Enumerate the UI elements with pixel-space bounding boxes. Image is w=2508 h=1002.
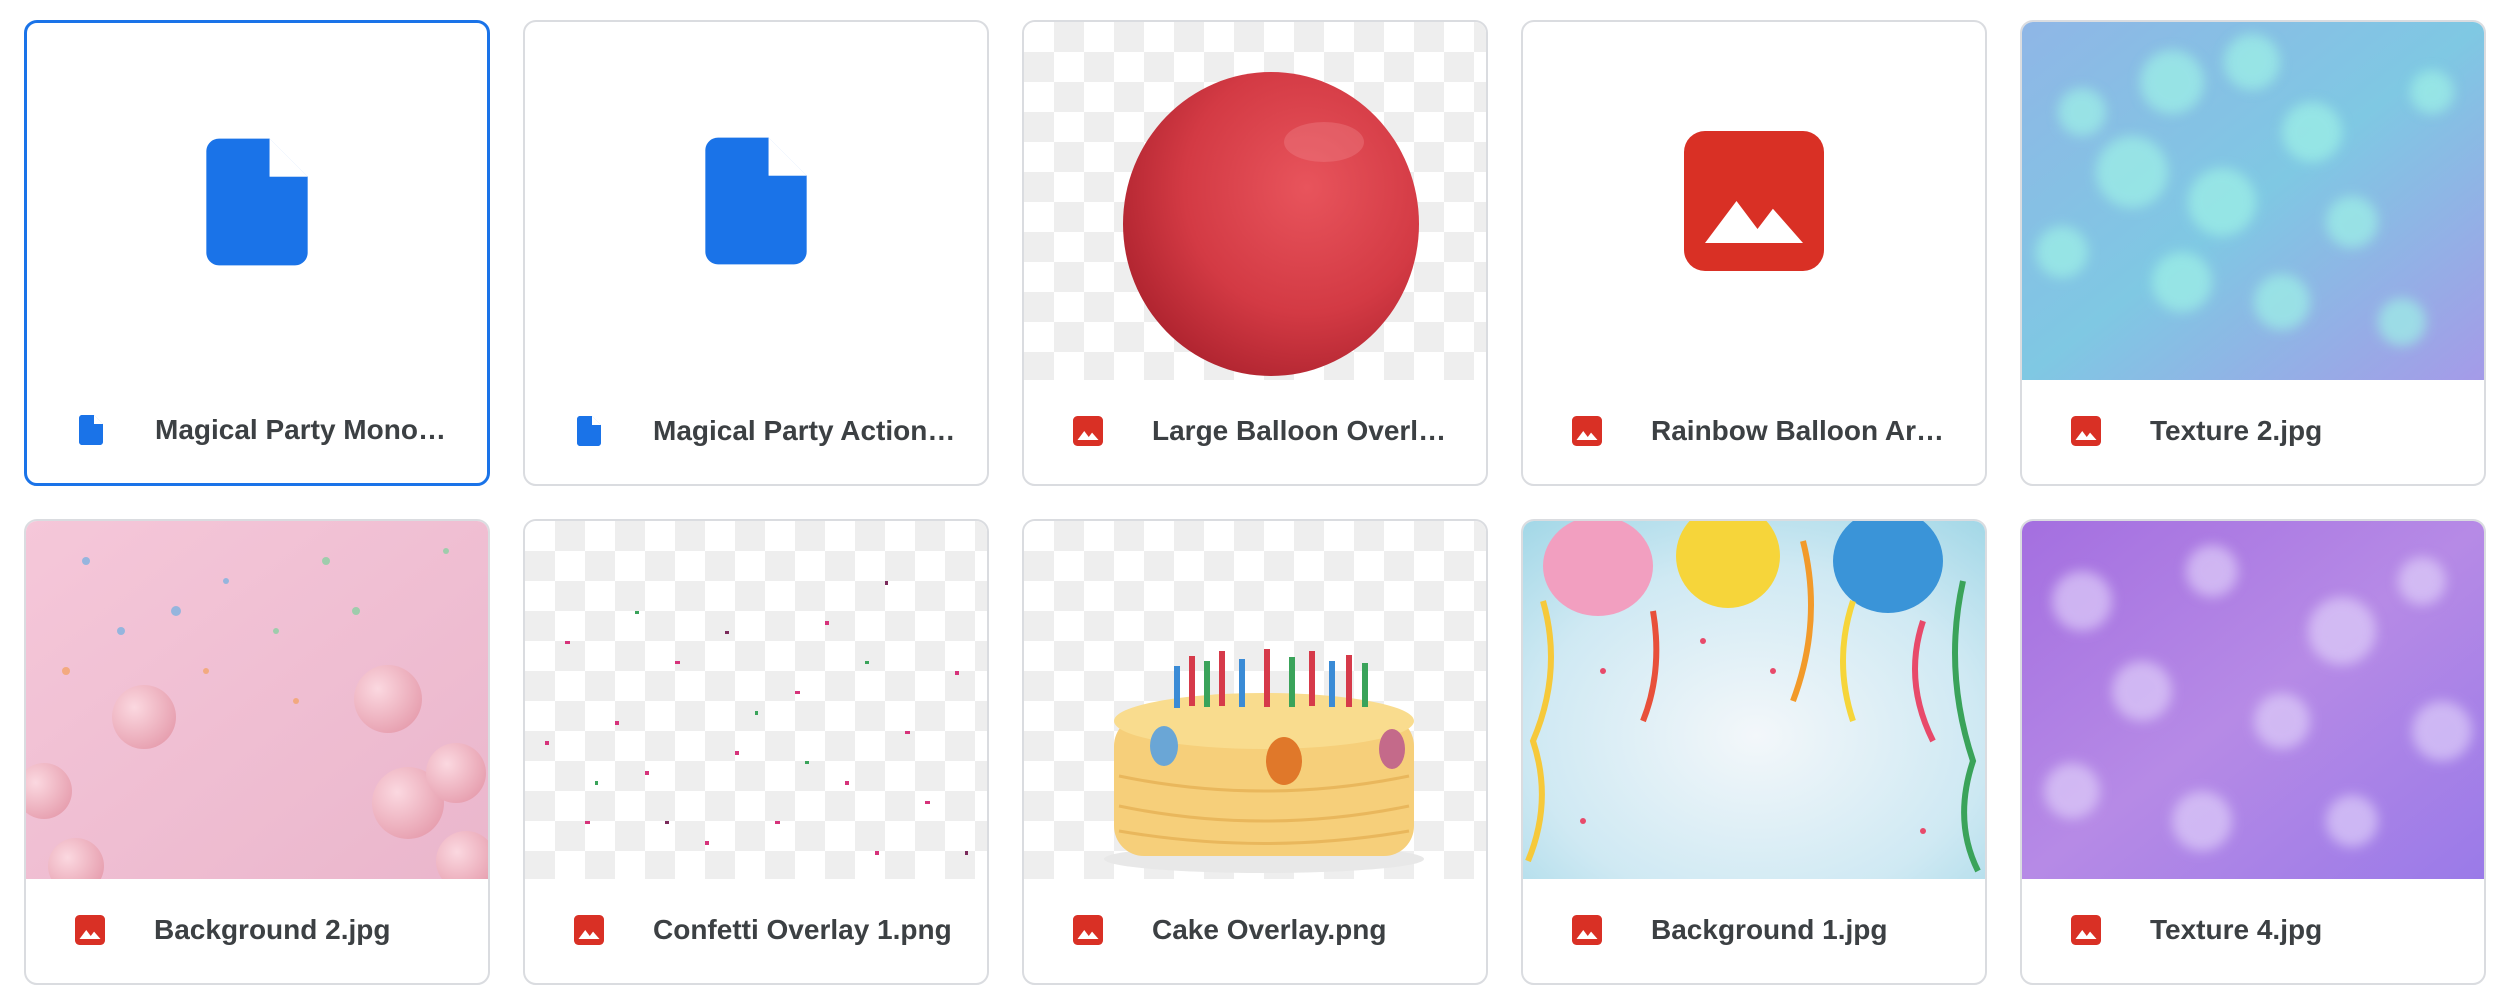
- red-balloon-image: [1123, 72, 1419, 376]
- file-thumbnail: [1523, 22, 1985, 380]
- file-card-cake-overlay[interactable]: Cake Overlay.png: [1022, 519, 1488, 985]
- file-thumbnail: [525, 22, 987, 380]
- file-name: Background 1.jpg: [1651, 914, 1888, 945]
- file-thumbnail: [1523, 521, 1985, 879]
- file-thumbnail: [2022, 22, 2484, 380]
- file-name: Magical Party Monochrome Preset.xmp: [155, 414, 461, 445]
- file-card-magical-party-preset[interactable]: Magical Party Monochrome Preset.xmp: [24, 20, 490, 486]
- file-card-confetti-overlay[interactable]: Confetti Overlay 1.png: [523, 519, 989, 985]
- colorful-balloons-image: [1523, 521, 1985, 879]
- file-name: Magical Party Action.atn: [653, 415, 961, 446]
- confetti-image: [545, 581, 968, 855]
- image-icon: [1569, 413, 1605, 449]
- file-footer: Texture 4.jpg: [2022, 877, 2484, 983]
- file-thumbnail: [525, 521, 987, 879]
- file-thumbnail: [2022, 521, 2484, 879]
- birthday-cake-image: [1104, 649, 1424, 873]
- file-name: Large Balloon Overlay.png: [1152, 415, 1460, 446]
- file-footer: Background 1.jpg: [1523, 877, 1985, 983]
- file-grid: Magical Party Monochrome Preset.xmp Magi…: [24, 20, 2486, 985]
- file-footer: Rainbow Balloon Arch Overlay.png: [1523, 378, 1985, 484]
- file-footer: Background 2.jpg: [26, 877, 488, 983]
- image-icon: [1569, 912, 1605, 948]
- file-name: Rainbow Balloon Arch Overlay.png: [1651, 415, 1959, 446]
- file-card-background-1[interactable]: Background 1.jpg: [1521, 519, 1987, 985]
- file-thumbnail: [1024, 22, 1486, 380]
- file-footer: Confetti Overlay 1.png: [525, 877, 987, 983]
- file-card-texture-4[interactable]: Texture 4.jpg: [2020, 519, 2486, 985]
- file-name: Texture 4.jpg: [2150, 914, 2323, 945]
- file-footer: Magical Party Action.atn: [525, 378, 987, 484]
- file-footer: Texture 2.jpg: [2022, 378, 2484, 484]
- file-footer: Magical Party Monochrome Preset.xmp: [27, 377, 487, 483]
- file-card-texture-2[interactable]: Texture 2.jpg: [2020, 20, 2486, 486]
- document-icon: [73, 412, 109, 448]
- file-card-background-2[interactable]: Background 2.jpg: [24, 519, 490, 985]
- file-name: Texture 2.jpg: [2150, 415, 2323, 446]
- file-thumbnail: [26, 521, 488, 879]
- purple-bokeh-image: [2022, 521, 2484, 879]
- file-card-large-balloon[interactable]: Large Balloon Overlay.png: [1022, 20, 1488, 486]
- image-icon: [2068, 912, 2104, 948]
- file-name: Confetti Overlay 1.png: [653, 914, 952, 945]
- document-icon: [680, 125, 832, 277]
- file-card-magical-party-action[interactable]: Magical Party Action.atn: [523, 20, 989, 486]
- file-footer: Large Balloon Overlay.png: [1024, 378, 1486, 484]
- document-icon: [571, 413, 607, 449]
- file-card-rainbow-balloon-arch[interactable]: Rainbow Balloon Arch Overlay.png: [1521, 20, 1987, 486]
- pink-balloons-image: [26, 521, 488, 879]
- image-icon: [1070, 413, 1106, 449]
- file-thumbnail: [1024, 521, 1486, 879]
- image-icon: [1070, 912, 1106, 948]
- image-icon: [72, 912, 108, 948]
- file-name: Background 2.jpg: [154, 914, 391, 945]
- document-icon: [181, 126, 333, 278]
- file-name: Cake Overlay.png: [1152, 914, 1387, 945]
- file-thumbnail: [27, 23, 487, 381]
- image-icon: [1670, 117, 1838, 285]
- image-icon: [2068, 413, 2104, 449]
- file-footer: Cake Overlay.png: [1024, 877, 1486, 983]
- image-icon: [571, 912, 607, 948]
- bokeh-texture-image: [2022, 22, 2484, 380]
